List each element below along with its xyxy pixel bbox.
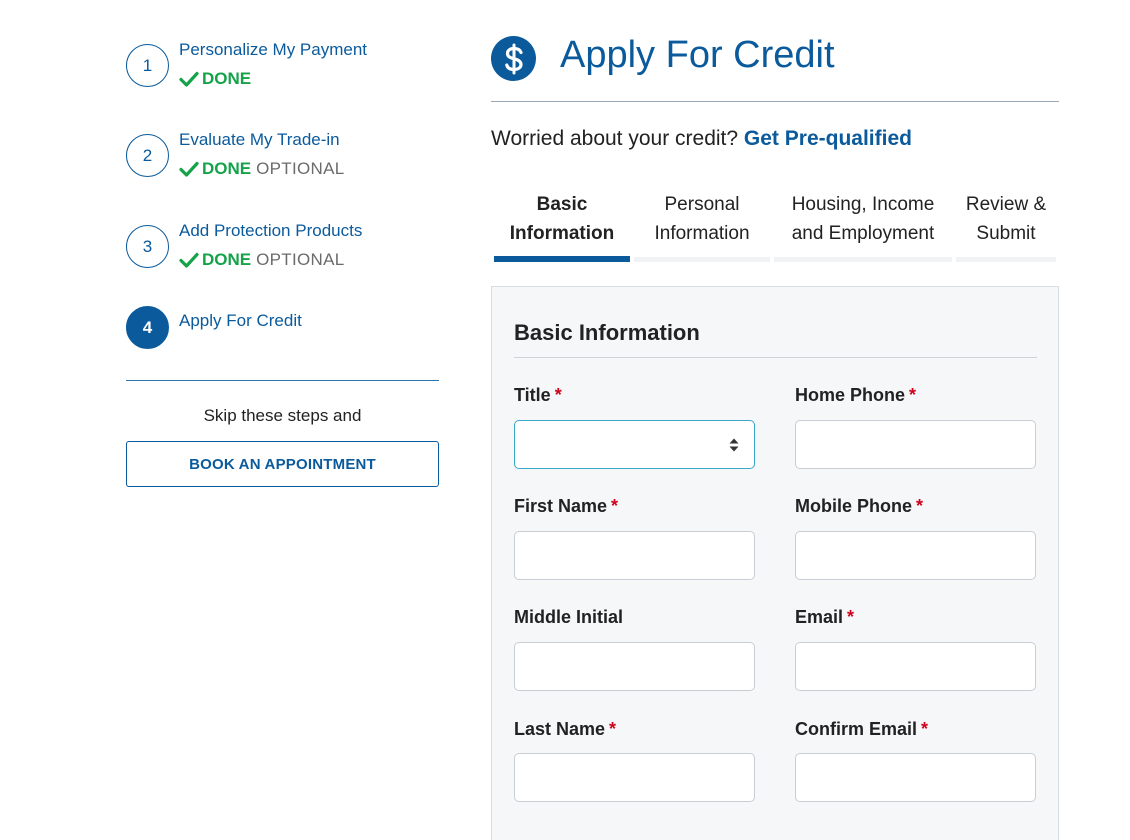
sidebar-divider — [126, 380, 439, 381]
middle-initial-input[interactable] — [514, 642, 755, 691]
middle-initial-label-text: Middle Initial — [514, 607, 624, 627]
done-label: DONE — [202, 159, 252, 178]
step-number-circle: 1 — [126, 44, 169, 87]
tab-personal-information[interactable]: Personal Information — [634, 190, 770, 262]
required-marker: * — [609, 719, 617, 739]
required-marker: * — [554, 385, 562, 405]
confirm-email-label: Confirm Email * — [795, 719, 928, 740]
step-title[interactable]: Apply For Credit — [179, 311, 302, 331]
tab-label-line2: Information — [509, 223, 615, 244]
title-label: Title * — [514, 385, 562, 406]
email-input[interactable] — [795, 642, 1036, 691]
basic-information-form: Basic Information Title * First Name * Mid… — [491, 286, 1059, 840]
required-marker: * — [611, 496, 619, 516]
step-title[interactable]: Personalize My Payment — [179, 40, 367, 60]
email-label-text: Email — [795, 607, 844, 627]
step-status: DONE — [179, 69, 251, 89]
required-marker: * — [916, 496, 924, 516]
checkmark-icon — [179, 161, 199, 177]
tab-indicator — [634, 257, 770, 262]
step-number-circle: 3 — [126, 225, 169, 268]
checkmark-icon — [179, 71, 199, 87]
header-divider — [491, 101, 1059, 102]
title-select[interactable] — [514, 420, 755, 469]
confirm-email-label-text: Confirm Email — [795, 719, 918, 739]
done-label: DONE — [202, 250, 252, 269]
done-label: DONE — [202, 69, 252, 88]
last-name-label: Last Name * — [514, 719, 616, 740]
step-status: DONE OPTIONAL — [179, 159, 345, 179]
last-name-input[interactable] — [514, 753, 755, 802]
title-label-text: Title — [514, 385, 551, 405]
step-status: DONE OPTIONAL — [179, 250, 345, 270]
get-prequalified-link[interactable]: Get Pre-qualified — [744, 127, 912, 150]
prequalify-text: Worried about your credit? — [491, 127, 739, 150]
tab-label-line1: Personal — [664, 194, 740, 215]
tab-review-submit[interactable]: Review & Submit — [956, 190, 1056, 262]
skip-steps-text: Skip these steps and — [203, 406, 362, 425]
last-name-label-text: Last Name — [514, 719, 606, 739]
tab-indicator — [956, 257, 1056, 262]
middle-initial-label: Middle Initial — [514, 607, 623, 628]
select-arrows-icon — [729, 438, 739, 451]
step-title[interactable]: Evaluate My Trade-in — [179, 130, 340, 150]
book-appointment-button[interactable]: BOOK AN APPOINTMENT — [126, 441, 439, 487]
step-number-circle: 2 — [126, 134, 169, 177]
step-number-circle-active: 4 — [126, 306, 169, 349]
tab-active-indicator — [494, 256, 630, 262]
optional-label: OPTIONAL — [256, 250, 345, 269]
dollar-sign-icon — [491, 36, 536, 81]
application-tabs: Basic Information Personal Information H… — [494, 190, 1056, 262]
form-section-divider — [514, 357, 1037, 358]
required-marker: * — [921, 719, 929, 739]
required-marker: * — [909, 385, 917, 405]
tab-housing-income-employment[interactable]: Housing, Income and Employment — [774, 190, 952, 262]
checkmark-icon — [179, 252, 199, 268]
dollar-sign-glyph — [504, 43, 523, 74]
tab-label-line2: Information — [654, 223, 750, 244]
tab-label-line1: Basic — [536, 194, 588, 215]
tab-label-line2: and Employment — [791, 223, 935, 244]
mobile-phone-label: Mobile Phone * — [795, 496, 923, 517]
mobile-phone-input[interactable] — [795, 531, 1036, 580]
tab-indicator — [774, 257, 952, 262]
optional-label: OPTIONAL — [256, 159, 345, 178]
first-name-label: First Name * — [514, 496, 618, 517]
first-name-input[interactable] — [514, 531, 755, 580]
step-title[interactable]: Add Protection Products — [179, 221, 362, 241]
tab-label-line1: Review & — [965, 194, 1047, 215]
form-section-title: Basic Information — [514, 320, 700, 345]
home-phone-label: Home Phone * — [795, 385, 916, 406]
mobile-phone-label-text: Mobile Phone — [795, 496, 912, 516]
first-name-label-text: First Name — [514, 496, 608, 516]
prequalify-prompt: Worried about your credit? Get Pre-quali… — [491, 127, 912, 151]
email-label: Email * — [795, 607, 854, 628]
page-title: Apply For Credit — [560, 34, 835, 76]
tab-label-line1: Housing, Income — [791, 194, 935, 215]
confirm-email-input[interactable] — [795, 753, 1036, 802]
home-phone-label-text: Home Phone — [795, 385, 906, 405]
tab-label-line2: Submit — [976, 223, 1036, 244]
home-phone-input[interactable] — [795, 420, 1036, 469]
tab-basic-information[interactable]: Basic Information — [494, 190, 630, 262]
required-marker: * — [847, 607, 855, 627]
